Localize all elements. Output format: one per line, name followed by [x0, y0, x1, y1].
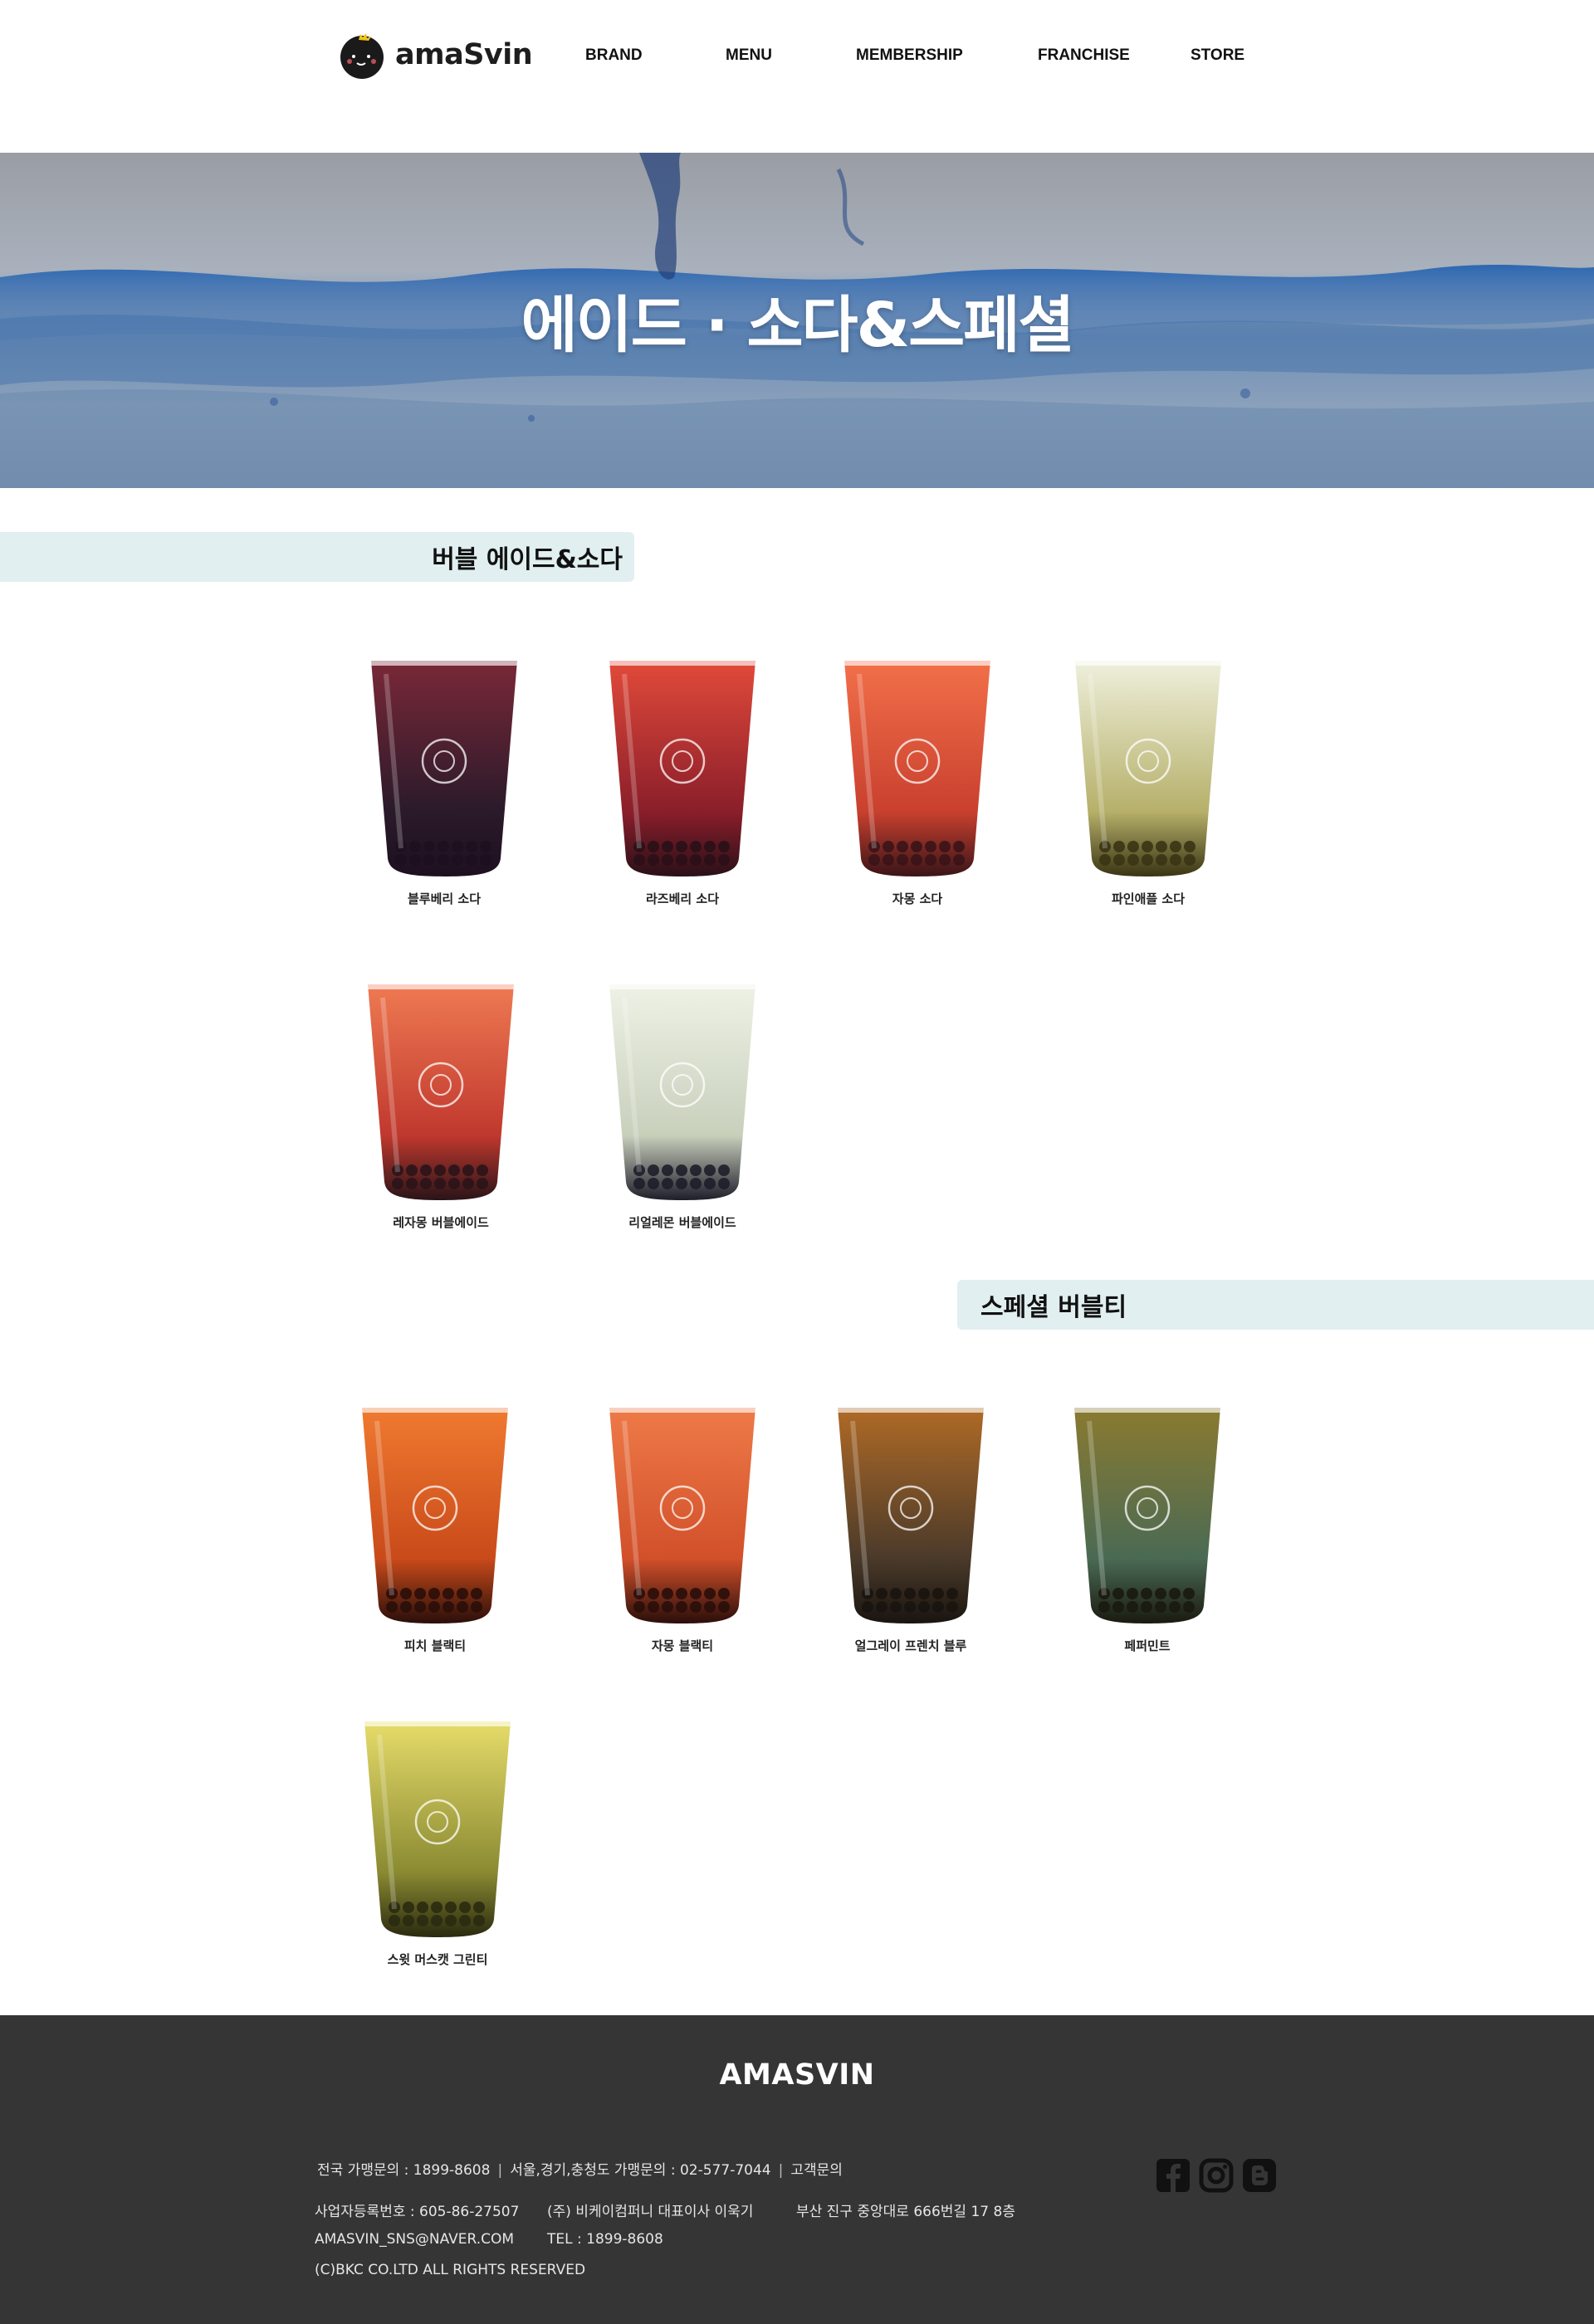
footer-company-line: 사업자등록번호 : 605-86-27507 (주) 비케이컴퍼니 대표이사 이욱… [315, 2200, 1015, 2220]
section-title: 버블 에이드&소다 [432, 545, 623, 574]
drink-cup-image [1070, 627, 1226, 876]
facebook-icon[interactable] [1156, 2158, 1191, 2193]
nav-store[interactable]: STORE [1191, 46, 1244, 65]
drink-cup-image [1069, 1374, 1225, 1623]
product-name: 레자몽 버블에이드 [393, 1215, 489, 1230]
product-name: 자몽 블랙티 [651, 1638, 714, 1653]
product-card[interactable]: 파인애플 소다 [1049, 624, 1248, 907]
product-name: 피치 블랙티 [403, 1638, 467, 1653]
product-name: 라즈베리 소다 [645, 891, 720, 906]
hero-banner: 에이드 · 소다&스페셜 [0, 153, 1594, 488]
product-name: 리얼레몬 버블에이드 [628, 1215, 736, 1230]
footer-contact-line: 전국 가맹문의 : 1899-8608 | 서울,경기,충청도 가맹문의 : 02-… [317, 2158, 843, 2179]
product-card[interactable]: 라즈베리 소다 [583, 624, 782, 907]
nav-franchise[interactable]: FRANCHISE [1038, 46, 1130, 65]
footer-text: 부산 진구 중앙대로 666번길 17 8층 [796, 2204, 1015, 2220]
mascot-logo-icon [337, 30, 387, 80]
footer-text: 사업자등록번호 : 605-86-27507 [315, 2204, 520, 2220]
footer-text: 전국 가맹문의 : 1899-8608 [317, 2162, 491, 2179]
page-title: 에이드 · 소다&스페셜 [521, 290, 1075, 361]
nav-brand[interactable]: BRAND [585, 46, 643, 65]
nav-membership[interactable]: MEMBERSHIP [856, 46, 963, 65]
footer-copyright: (C)BKC CO.LTD ALL RIGHTS RESERVED [315, 2262, 586, 2278]
social-links [1156, 2158, 1277, 2193]
customer-inquiry-link[interactable]: 고객문의 [790, 2162, 843, 2179]
product-card[interactable]: 자몽 블랙티 [583, 1371, 782, 1654]
section-banner-special-bubble-tea: 스페셜 버블티 [957, 1280, 1594, 1330]
product-card[interactable]: 블루베리 소다 [345, 624, 544, 907]
section-banner-bubble-ade: 버블 에이드&소다 [0, 532, 634, 582]
footer-text: 서울,경기,충청도 가맹문의 : 02-577-7044 [510, 2162, 771, 2179]
footer-text: (주) 비케이컴퍼니 대표이사 이욱기 [547, 2204, 754, 2220]
drink-cup-image [604, 950, 760, 1200]
drink-cup-image [604, 1374, 760, 1623]
drink-cup-image [839, 627, 995, 876]
footer-tel: TEL : 1899-8608 [547, 2231, 663, 2248]
logo-text: amaSvin [395, 38, 533, 71]
drink-cup-image [357, 1374, 513, 1623]
product-name: 얼그레이 프렌치 블루 [854, 1638, 967, 1653]
footer-email-line: AMASVIN_SNS@NAVER.COM TEL : 1899-8608 [315, 2231, 663, 2248]
product-name: 스윗 머스캣 그린티 [387, 1952, 488, 1967]
product-card[interactable]: 피치 블랙티 [335, 1371, 535, 1654]
product-card[interactable]: 리얼레몬 버블에이드 [583, 948, 782, 1231]
product-name: 페퍼민트 [1124, 1638, 1171, 1653]
nav-menu[interactable]: MENU [726, 46, 772, 65]
drink-cup-image [363, 950, 519, 1200]
product-card[interactable]: 페퍼민트 [1048, 1371, 1247, 1654]
product-name: 자몽 소다 [892, 891, 943, 906]
product-name: 블루베리 소다 [407, 891, 482, 906]
logo[interactable]: amaSvin [337, 28, 533, 81]
product-name: 파인애플 소다 [1111, 891, 1186, 906]
product-card[interactable]: 자몽 소다 [818, 624, 1017, 907]
site-footer: AMASVIN 전국 가맹문의 : 1899-8608 | 서울,경기,충청도 가맹… [0, 2015, 1594, 2324]
instagram-icon[interactable] [1199, 2158, 1234, 2193]
section-title: 스페셜 버블티 [980, 1293, 1127, 1322]
site-header: amaSvin BRAND MENU MEMBERSHIP FRANCHISE … [0, 0, 1594, 153]
blogger-icon[interactable] [1242, 2158, 1277, 2193]
drink-cup-image [604, 627, 760, 876]
drink-cup-image [833, 1374, 989, 1623]
product-card[interactable]: 레자몽 버블에이드 [341, 948, 540, 1231]
footer-brand: AMASVIN [719, 2058, 875, 2092]
footer-email: AMASVIN_SNS@NAVER.COM [315, 2231, 515, 2248]
product-card[interactable]: 스윗 머스캣 그린티 [338, 1685, 537, 1968]
drink-cup-image [366, 627, 522, 876]
product-card[interactable]: 얼그레이 프렌치 블루 [811, 1371, 1010, 1654]
drink-cup-image [359, 1687, 516, 1937]
